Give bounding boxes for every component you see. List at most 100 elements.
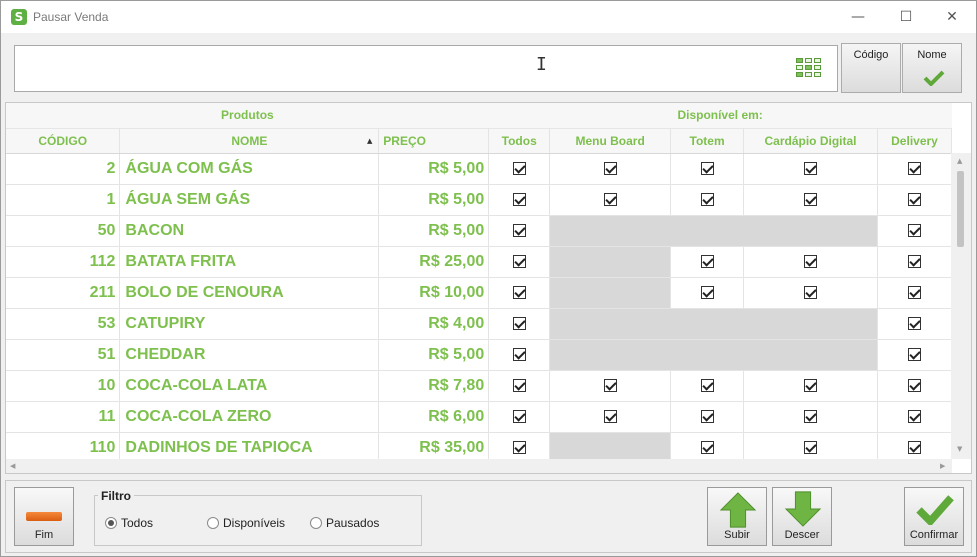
confirmar-button[interactable]: Confirmar xyxy=(904,487,964,546)
column-header-codigo[interactable]: CÓDIGO xyxy=(6,128,121,154)
pausar-venda-window: S Pausar Venda — ☐ ✕ I Código Nome Produ… xyxy=(0,0,977,557)
cell-nome: BACON xyxy=(119,215,380,247)
availability-checkbox[interactable] xyxy=(512,409,526,423)
availability-checkbox[interactable] xyxy=(512,192,526,206)
descer-button[interactable]: Descer xyxy=(772,487,832,546)
filter-option-pausados[interactable]: Pausados xyxy=(310,516,379,530)
table-row[interactable]: 211 BOLO DE CENOURA R$ 10,00 xyxy=(6,277,953,309)
availability-checkbox[interactable] xyxy=(907,285,921,299)
column-header-totem[interactable]: Totem xyxy=(670,128,745,154)
availability-checkbox[interactable] xyxy=(512,285,526,299)
subir-button[interactable]: Subir xyxy=(707,487,767,546)
scroll-up-icon[interactable]: ▲ xyxy=(957,157,962,165)
availability-checkbox[interactable] xyxy=(603,161,617,175)
availability-checkbox[interactable] xyxy=(907,254,921,268)
column-header-menu-board[interactable]: Menu Board xyxy=(549,128,672,154)
cell-todos xyxy=(488,277,551,309)
cell-preco: R$ 4,00 xyxy=(378,308,490,340)
availability-checkbox[interactable] xyxy=(907,192,921,206)
table-row[interactable]: 50 BACON R$ 5,00 xyxy=(6,215,953,247)
cell-cardapio xyxy=(743,401,878,433)
availability-checkbox[interactable] xyxy=(804,440,818,454)
availability-checkbox[interactable] xyxy=(907,378,921,392)
unavailable-cell xyxy=(549,215,878,247)
availability-checkbox[interactable] xyxy=(907,223,921,237)
table-row[interactable]: 2 ÁGUA COM GÁS R$ 5,00 xyxy=(6,153,953,185)
availability-checkbox[interactable] xyxy=(804,378,818,392)
scroll-down-icon[interactable]: ▼ xyxy=(957,445,962,453)
search-by-code-button[interactable]: Código xyxy=(841,43,901,93)
cell-preco: R$ 5,00 xyxy=(378,153,490,185)
availability-checkbox[interactable] xyxy=(512,161,526,175)
table-row[interactable]: 11 COCA-COLA ZERO R$ 6,00 xyxy=(6,401,953,433)
cell-todos xyxy=(488,153,551,185)
scroll-right-icon[interactable]: ▶ xyxy=(940,462,945,470)
table-row[interactable]: 10 COCA-COLA LATA R$ 7,80 xyxy=(6,370,953,402)
availability-checkbox[interactable] xyxy=(804,409,818,423)
cell-nome: CATUPIRY xyxy=(119,308,380,340)
column-header-cardapio-digital[interactable]: Cardápio Digital xyxy=(743,128,878,154)
minimize-button[interactable]: — xyxy=(835,1,881,33)
availability-checkbox[interactable] xyxy=(700,409,714,423)
vertical-scroll-thumb[interactable] xyxy=(957,171,964,247)
maximize-button[interactable]: ☐ xyxy=(883,1,929,33)
cell-totem xyxy=(670,401,745,433)
cell-codigo: 51 xyxy=(6,339,121,371)
availability-checkbox[interactable] xyxy=(512,316,526,330)
availability-checkbox[interactable] xyxy=(512,378,526,392)
title-bar: S Pausar Venda — ☐ ✕ xyxy=(1,1,976,33)
table-row[interactable]: 51 CHEDDAR R$ 5,00 xyxy=(6,339,953,371)
availability-checkbox[interactable] xyxy=(804,254,818,268)
cell-preco: R$ 25,00 xyxy=(378,246,490,278)
cell-nome: ÁGUA SEM GÁS xyxy=(119,184,380,216)
availability-checkbox[interactable] xyxy=(512,254,526,268)
availability-checkbox[interactable] xyxy=(804,285,818,299)
availability-checkbox[interactable] xyxy=(907,347,921,361)
availability-checkbox[interactable] xyxy=(603,409,617,423)
cell-nome: CHEDDAR xyxy=(119,339,380,371)
table-row[interactable]: 112 BATATA FRITA R$ 25,00 xyxy=(6,246,953,278)
fim-button[interactable]: Fim xyxy=(14,487,74,546)
table-row[interactable]: 53 CATUPIRY R$ 4,00 xyxy=(6,308,953,340)
cell-codigo: 2 xyxy=(6,153,121,185)
cell-totem xyxy=(670,277,745,309)
column-header-todos[interactable]: Todos xyxy=(488,128,551,154)
availability-checkbox[interactable] xyxy=(603,378,617,392)
close-button[interactable]: ✕ xyxy=(929,1,975,33)
availability-checkbox[interactable] xyxy=(512,223,526,237)
confirmar-label: Confirmar xyxy=(909,529,959,541)
availability-checkbox[interactable] xyxy=(512,440,526,454)
availability-checkbox[interactable] xyxy=(804,192,818,206)
unavailable-cell xyxy=(549,339,878,371)
search-by-name-label: Nome xyxy=(917,49,947,61)
filter-title: Filtro xyxy=(98,489,134,503)
availability-checkbox[interactable] xyxy=(700,192,714,206)
arrow-up-icon xyxy=(719,492,757,528)
search-by-code-label: Código xyxy=(853,49,889,61)
column-header-nome[interactable]: NOME xyxy=(119,128,380,154)
availability-checkbox[interactable] xyxy=(700,161,714,175)
availability-checkbox[interactable] xyxy=(512,347,526,361)
availability-checkbox[interactable] xyxy=(907,161,921,175)
availability-checkbox[interactable] xyxy=(603,192,617,206)
keyboard-icon[interactable] xyxy=(796,58,824,80)
search-by-name-button[interactable]: Nome xyxy=(902,43,962,93)
availability-checkbox[interactable] xyxy=(700,254,714,268)
search-input[interactable]: I xyxy=(14,45,838,92)
column-header-delivery[interactable]: Delivery xyxy=(877,128,953,154)
column-header-preco[interactable]: PREÇO xyxy=(378,128,490,154)
availability-checkbox[interactable] xyxy=(907,316,921,330)
horizontal-scrollbar[interactable]: ◀ ▶ xyxy=(6,459,952,473)
availability-checkbox[interactable] xyxy=(700,378,714,392)
vertical-scrollbar[interactable]: ▲ ▼ xyxy=(951,153,971,459)
filter-option-todos[interactable]: Todos xyxy=(105,516,153,530)
availability-checkbox[interactable] xyxy=(700,285,714,299)
scroll-left-icon[interactable]: ◀ xyxy=(10,462,15,470)
availability-checkbox[interactable] xyxy=(804,161,818,175)
availability-checkbox[interactable] xyxy=(907,440,921,454)
filter-option-disponiveis[interactable]: Disponíveis xyxy=(207,516,285,530)
availability-checkbox[interactable] xyxy=(700,440,714,454)
table-row[interactable]: 1 ÁGUA SEM GÁS R$ 5,00 xyxy=(6,184,953,216)
cell-preco: R$ 5,00 xyxy=(378,339,490,371)
availability-checkbox[interactable] xyxy=(907,409,921,423)
